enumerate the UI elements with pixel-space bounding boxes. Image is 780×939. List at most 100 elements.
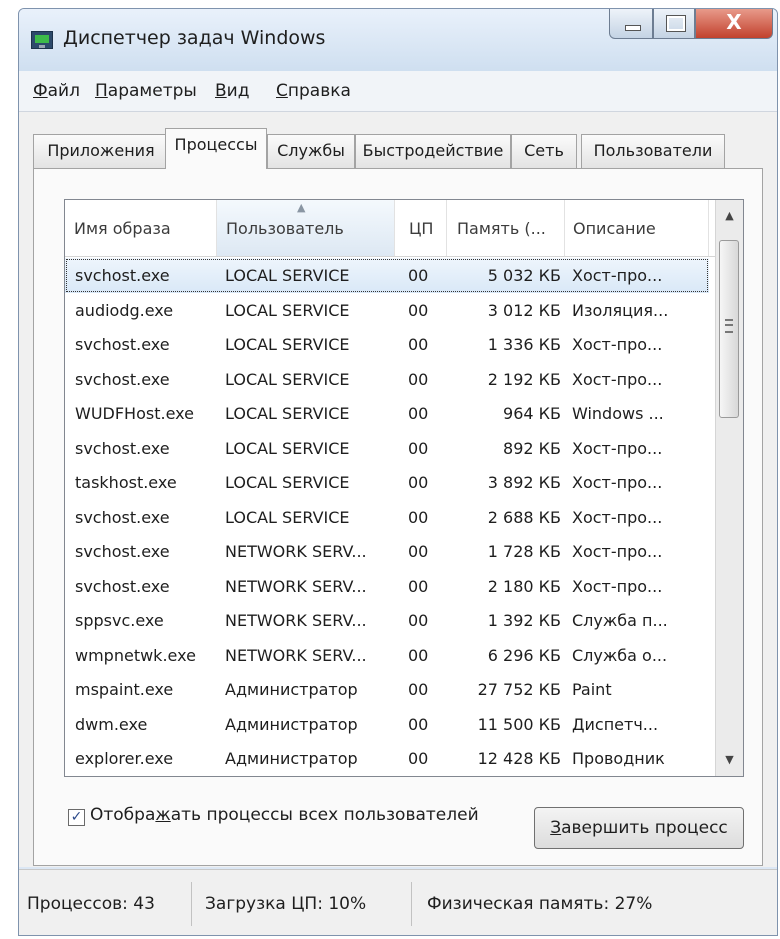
process-description-cell: Хост-про... [572,473,663,492]
status-process-count: Процессов: 43 [27,894,155,914]
status-cpu-load: Загрузка ЦП: 10% [205,894,367,914]
processes-panel: Имя образа ▲ Пользователь ЦП Память (... … [33,168,763,866]
process-name-cell: audiodg.exe [75,300,174,320]
process-cpu-cell: 00 [408,438,429,458]
status-physical-memory: Физическая память: 27% [427,894,653,914]
process-user-cell: Администратор [225,680,358,699]
process-description-cell: Хост-про... [572,507,663,527]
process-cpu-cell: 00 [408,542,429,561]
process-cpu-cell: 00 [408,507,429,527]
column-header-user[interactable]: ▲ Пользователь [217,200,395,256]
tab-services[interactable]: Службы [267,134,355,168]
process-user-cell: NETWORK SERV... [225,542,367,561]
process-name-cell: wmpnetwk.exe [75,645,196,665]
process-row[interactable]: explorer.exe Администратор 00 12 428 КБ Пров… [65,741,709,776]
menu-help[interactable]: Справка [276,81,351,101]
column-header-name[interactable]: Имя образа [65,200,217,256]
process-list-scrollbar[interactable]: ▲ ▼ [715,200,743,776]
process-memory-cell: 1 392 КБ [487,611,561,630]
process-name-cell: svchost.exe [75,576,170,596]
process-user-cell: LOCAL SERVICE [225,335,350,354]
tab-processes[interactable]: Процессы [165,128,267,169]
process-description-cell: Проводник [572,749,665,768]
close-icon: X [726,10,742,34]
menu-file[interactable]: Файл [33,81,80,101]
tab-performance[interactable]: Быстродействие [355,134,511,168]
process-list-header: Имя образа ▲ Пользователь ЦП Память (... … [65,200,743,257]
process-name-cell: svchost.exe [75,266,170,285]
tab-networking[interactable]: Сеть [511,134,577,168]
process-description-cell: Служба п... [572,611,668,630]
process-name-cell: svchost.exe [75,335,170,354]
column-header-memory[interactable]: Память (... [447,200,565,256]
scrollbar-thumb[interactable] [719,240,739,418]
process-cpu-cell: 00 [408,473,429,492]
process-user-cell: LOCAL SERVICE [225,473,350,492]
process-row[interactable]: svchost.exe LOCAL SERVICE 00 2 688 КБ Хост-п… [65,500,709,535]
process-row[interactable]: svchost.exe LOCAL SERVICE 00 1 336 КБ Хост-п… [65,327,709,362]
scroll-down-arrow-icon[interactable]: ▼ [716,744,743,776]
process-user-cell: NETWORK SERV... [225,576,367,596]
process-row[interactable]: wmpnetwk.exe NETWORK SERV... 00 6 296 КБ Слу… [65,638,709,673]
process-cpu-cell: 00 [408,714,429,734]
tab-applications[interactable]: Приложения [33,134,169,168]
process-row[interactable]: taskhost.exe LOCAL SERVICE 00 3 892 КБ Хост-… [65,465,709,500]
title-bar[interactable]: Диспетчер задач Windows X [19,9,777,71]
process-memory-cell: 2 688 КБ [487,507,561,527]
process-description-cell: Хост-про... [572,542,663,561]
process-name-cell: dwm.exe [75,714,148,734]
process-cpu-cell: 00 [408,576,429,596]
process-memory-cell: 2 180 КБ [487,576,561,596]
process-cpu-cell: 00 [408,300,429,320]
process-description-cell: Хост-про... [572,576,663,596]
tab-users[interactable]: Пользователи [581,134,725,168]
process-cpu-cell: 00 [408,680,429,699]
status-divider [411,882,412,926]
process-row[interactable]: mspaint.exe Администратор 00 27 752 КБ Paint [65,672,709,707]
process-memory-cell: 2 192 КБ [487,369,561,389]
process-row[interactable]: svchost.exe NETWORK SERV... 00 1 728 КБ Хост… [65,534,709,569]
close-button[interactable]: X [695,9,773,39]
process-memory-cell: 12 428 КБ [477,749,561,768]
column-header-cpu[interactable]: ЦП [395,200,447,256]
scroll-up-arrow-icon[interactable]: ▲ [716,200,743,232]
process-cpu-cell: 00 [408,335,429,354]
process-description-cell: Windows ... [572,404,664,423]
process-row[interactable]: svchost.exe LOCAL SERVICE 00 5 032 КБ Хост-п… [65,258,709,293]
process-row[interactable]: svchost.exe LOCAL SERVICE 00 892 КБ Хост-про… [65,431,709,466]
process-row[interactable]: sppsvc.exe NETWORK SERV... 00 1 392 КБ Служб… [65,603,709,638]
process-row[interactable]: audiodg.exe LOCAL SERVICE 00 3 012 КБ Изоляц… [65,293,709,328]
process-memory-cell: 5 032 КБ [487,266,561,285]
process-name-cell: svchost.exe [75,542,170,561]
process-user-cell: NETWORK SERV... [225,611,367,630]
process-cpu-cell: 00 [408,369,429,389]
process-user-cell: LOCAL SERVICE [225,404,350,423]
window-title: Диспетчер задач Windows [63,27,326,49]
process-memory-cell: 3 892 КБ [487,473,561,492]
minimize-button[interactable] [609,9,653,39]
menu-bar: Файл Параметры Вид Справка [19,71,777,112]
process-cpu-cell: 00 [408,749,429,768]
process-cpu-cell: 00 [408,266,429,285]
process-row[interactable]: svchost.exe LOCAL SERVICE 00 2 192 КБ Хост-п… [65,362,709,397]
status-divider [191,882,192,926]
process-row[interactable]: WUDFHost.exe LOCAL SERVICE 00 964 КБ Windows… [65,396,709,431]
process-row[interactable]: dwm.exe Администратор 00 11 500 КБ Диспетч..… [65,707,709,742]
process-list[interactable]: Имя образа ▲ Пользователь ЦП Память (... … [64,199,744,777]
menu-view[interactable]: Вид [215,81,249,101]
process-description-cell: Paint [572,680,612,699]
process-name-cell: mspaint.exe [75,680,174,699]
end-process-button[interactable]: Завершить процесс [534,807,744,849]
process-memory-cell: 1 728 КБ [487,542,561,561]
menu-options[interactable]: Параметры [95,81,197,101]
sort-ascending-icon: ▲ [297,201,306,214]
checkmark-icon: ✓ [70,809,83,825]
process-name-cell: taskhost.exe [75,473,177,492]
show-all-users-label[interactable]: Отображать процессы всех пользователей [90,805,479,825]
process-row[interactable]: svchost.exe NETWORK SERV... 00 2 180 КБ Хост… [65,569,709,604]
column-header-description[interactable]: Описание [565,200,709,256]
show-all-users-checkbox[interactable]: ✓ [68,809,85,826]
maximize-button[interactable] [653,9,695,39]
process-memory-cell: 1 336 КБ [487,335,561,354]
process-cpu-cell: 00 [408,611,429,630]
